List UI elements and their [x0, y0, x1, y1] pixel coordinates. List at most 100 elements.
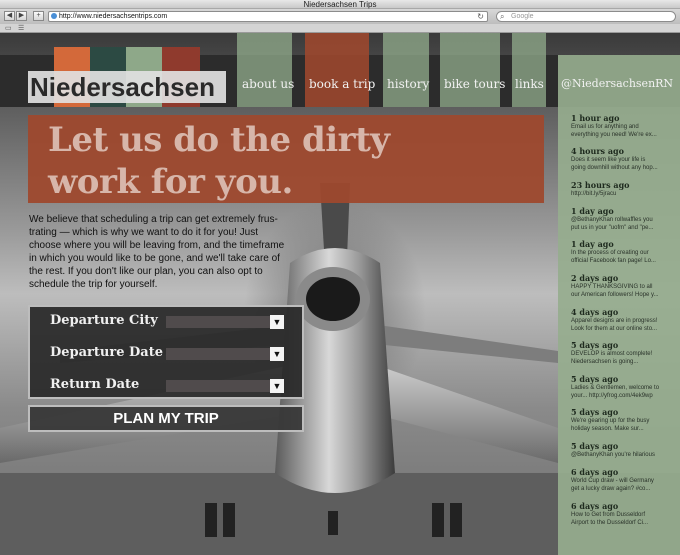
- tweet-item[interactable]: 5 days ago Ladies & Gentlemen, welcome t…: [571, 374, 679, 400]
- trip-form: Departure City ▼ Departure Date ▼ Return…: [28, 305, 304, 399]
- tweet-text: Niedersachsen is going...: [571, 359, 639, 365]
- nav-tab-bg-book: [305, 33, 369, 107]
- intro-line: schedule the trip for yourself.: [29, 279, 158, 290]
- tweet-text: How to Get from Dusseldorf: [571, 512, 646, 518]
- tweet-text: going downhill without any hop...: [571, 165, 658, 171]
- return-date-label: Return Date: [50, 377, 140, 392]
- tweet-time: 1 hour ago: [571, 113, 620, 123]
- tweet-text: everything you need! We're ex...: [571, 132, 657, 138]
- tweet-text: Apparel designs are in progress!: [571, 318, 658, 324]
- tweet-time: 5 days ago: [571, 340, 619, 350]
- tweet-time: 1 day ago: [571, 206, 614, 216]
- list-icon[interactable]: ☰: [18, 25, 24, 32]
- globe-icon: [51, 13, 57, 19]
- tweet-item[interactable]: 1 day ago @BethanyKhan rollwaffles you p…: [571, 206, 679, 232]
- nav-tab-bg-links: [512, 33, 546, 107]
- bookmarks-bar: ▭ ☰: [0, 24, 680, 33]
- tweet-text: @BethanyKhan you're hilarious: [571, 452, 655, 458]
- intro-line: in which you would like to be gone, and …: [29, 253, 280, 264]
- chevron-down-icon[interactable]: ▼: [270, 315, 284, 329]
- tweet-text: holiday season. Make sur...: [571, 426, 644, 432]
- tweet-time: 5 days ago: [571, 374, 619, 384]
- departure-city-select[interactable]: ▼: [166, 315, 284, 329]
- tweet-text: @BethanyKhan rollwaffles you: [571, 217, 653, 223]
- tweet-item[interactable]: 1 hour ago Email us for anything and eve…: [571, 113, 679, 139]
- tweet-text: Email us for anything and: [571, 124, 639, 130]
- plus-icon[interactable]: +: [33, 11, 44, 21]
- nav-bike-tours[interactable]: bike tours: [444, 77, 505, 91]
- webpage: Niedersachsen about us book a trip histo…: [0, 33, 680, 555]
- intro-line: the rest. If you don't like our plan, yo…: [29, 266, 263, 277]
- tweet-text: get a lucky draw again? #co...: [571, 486, 651, 492]
- url-field[interactable]: http://www.niedersachsentrips.com ↻: [48, 11, 488, 22]
- tweet-item[interactable]: 5 days ago @BethanyKhan you're hilarious: [571, 441, 679, 459]
- tweet-item[interactable]: 6 days ago World Cup draw - will Germany…: [571, 467, 679, 493]
- intro-line: trating — which is why we want to do it …: [29, 227, 258, 238]
- return-date-select[interactable]: ▼: [166, 379, 284, 393]
- departure-city-label: Departure City: [50, 313, 158, 328]
- nav-links[interactable]: links: [515, 77, 544, 91]
- tweet-time: 2 days ago: [571, 273, 619, 283]
- search-field[interactable]: ⌕ Google: [496, 11, 676, 22]
- book-icon[interactable]: ▭: [5, 25, 12, 32]
- search-icon: ⌕: [500, 12, 505, 21]
- departure-date-select[interactable]: ▼: [166, 347, 284, 361]
- tweet-time: 23 hours ago: [571, 180, 630, 190]
- plan-my-trip-button[interactable]: PLAN MY TRIP: [28, 405, 304, 432]
- departure-date-label: Departure Date: [50, 345, 163, 360]
- tweet-item[interactable]: 5 days ago DEVELOP is almost complete! N…: [571, 340, 679, 366]
- back-arrow-icon[interactable]: ◀: [4, 11, 15, 21]
- nav-twitter-handle[interactable]: @NiedersachsenRN: [561, 77, 673, 90]
- nav-tab-bg-about: [237, 33, 292, 107]
- tweet-text: We're gearing up for the busy: [571, 418, 650, 424]
- tweet-text: Airport to the Dusseldorf Ci...: [571, 520, 649, 526]
- tweet-text: your... http://yfrog.com/4ek9wp: [571, 393, 653, 399]
- forward-arrow-icon[interactable]: ▶: [16, 11, 27, 21]
- tweet-item[interactable]: 2 days ago HAPPY THANKSGIVING to all our…: [571, 273, 679, 299]
- nav-book-a-trip[interactable]: book a trip: [309, 77, 375, 91]
- tweet-text: put us in your "uofm" and "pe...: [571, 225, 654, 231]
- intro-paragraph: We believe that scheduling a trip can ge…: [29, 213, 319, 291]
- tweet-text: Does it seem like your life is: [571, 157, 646, 163]
- tweet-text: World Cup draw - will Germany: [571, 478, 654, 484]
- tweet-item[interactable]: 5 days ago We're gearing up for the busy…: [571, 407, 679, 433]
- tweet-item[interactable]: 23 hours ago http://bit.ly/5jracu: [571, 180, 679, 198]
- tweet-item[interactable]: 4 days ago Apparel designs are in progre…: [571, 307, 679, 333]
- headline-line: Let us do the dirty: [48, 120, 390, 160]
- tweet-text: DEVELOP is almost complete!: [571, 351, 653, 357]
- window-title: Niedersachsen Trips: [0, 0, 680, 9]
- tweet-time: 6 days ago: [571, 501, 619, 511]
- tweet-time: 5 days ago: [571, 441, 619, 451]
- intro-line: We believe that scheduling a trip can ge…: [29, 214, 278, 225]
- nav-about-us[interactable]: about us: [242, 77, 294, 91]
- tweet-text: http://bit.ly/5jracu: [571, 191, 617, 197]
- nav-history[interactable]: history: [387, 77, 429, 91]
- tweet-time: 1 day ago: [571, 239, 614, 249]
- tweet-text: In the process of creating our: [571, 250, 649, 256]
- tweet-item[interactable]: 1 day ago In the process of creating our…: [571, 239, 679, 265]
- tweet-time: 4 days ago: [571, 307, 619, 317]
- tweet-text: official Facebook fan page! Lo...: [571, 258, 656, 264]
- tweet-text: Ladies & Gentlemen, welcome to: [571, 385, 660, 391]
- tweet-time: 5 days ago: [571, 407, 619, 417]
- browser-toolbar: ◀ ▶ + http://www.niedersachsentrips.com …: [0, 9, 680, 24]
- chevron-down-icon[interactable]: ▼: [270, 347, 284, 361]
- tweet-text: our American followers! Hope y...: [571, 292, 659, 298]
- chevron-down-icon[interactable]: ▼: [270, 379, 284, 393]
- page-headline: Let us do the dirty work for you.: [48, 119, 390, 203]
- reload-icon[interactable]: ↻: [477, 12, 484, 21]
- nav-tab-bg-bike: [440, 33, 500, 107]
- tweet-text: Look for them at our online sto...: [571, 326, 658, 332]
- tweet-time: 4 hours ago: [571, 146, 624, 156]
- tweet-text: HAPPY THANKSGIVING to all: [571, 284, 653, 290]
- intro-line: choose where you will be leaving from, a…: [29, 240, 285, 251]
- tweet-item[interactable]: 6 days ago How to Get from Dusseldorf Ai…: [571, 501, 679, 527]
- site-logo[interactable]: Niedersachsen: [30, 72, 215, 102]
- tweet-item[interactable]: 4 hours ago Does it seem like your life …: [571, 146, 679, 172]
- url-text: http://www.niedersachsentrips.com: [59, 13, 168, 20]
- tweet-time: 6 days ago: [571, 467, 619, 477]
- tweet-feed: 1 hour ago Email us for anything and eve…: [558, 107, 680, 555]
- nav-tab-bg-history: [383, 33, 429, 107]
- search-placeholder: Google: [511, 13, 534, 20]
- headline-line: work for you.: [48, 162, 293, 202]
